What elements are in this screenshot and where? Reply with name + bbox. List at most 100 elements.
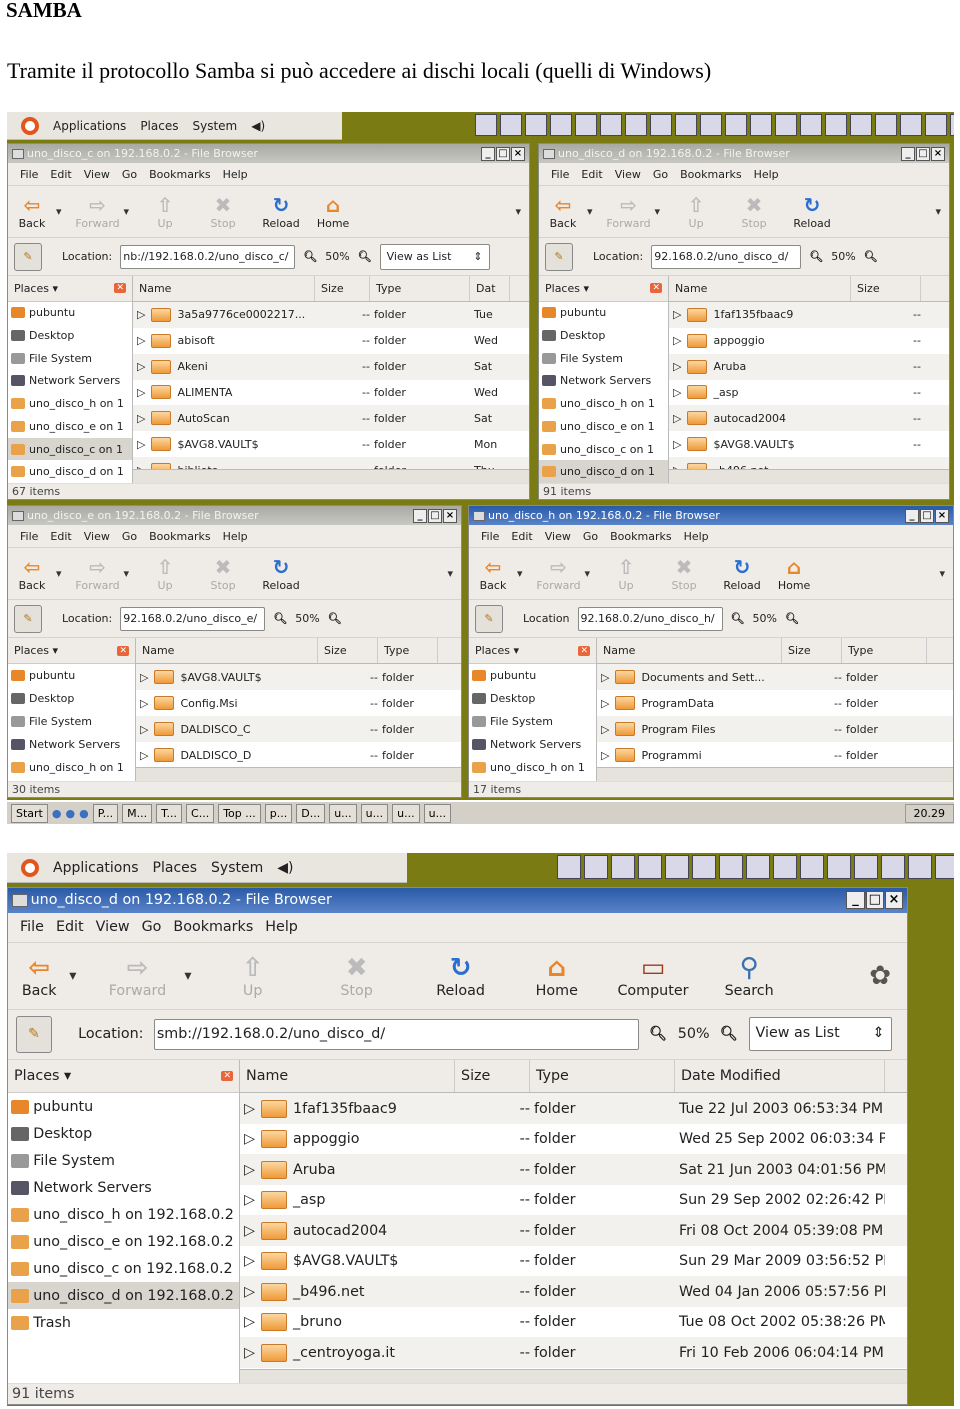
places-dropdown[interactable]: Places ▾ — [545, 282, 589, 295]
toolbar-stop-button[interactable]: ✖ Stop — [201, 555, 245, 592]
toolbar-up-button[interactable]: ⇧ Up — [674, 193, 718, 230]
place-item[interactable]: Network Servers — [8, 370, 132, 393]
launcher-icon[interactable] — [827, 855, 851, 879]
place-item[interactable]: uno_disco_c on 1 — [8, 437, 132, 461]
place-item[interactable]: uno_disco_h on 1 — [469, 756, 596, 779]
zoom-in-icon[interactable]: 🔍︎ — [785, 612, 799, 625]
taskbar-window-button[interactable]: u... — [329, 803, 357, 823]
toolbar-forward-button[interactable]: ⇨ Forward — [75, 555, 119, 592]
expander-icon[interactable]: ▷ — [137, 412, 145, 425]
launcher-icon[interactable] — [950, 114, 954, 136]
toolbar-reload-button[interactable]: ↻ Reload — [720, 555, 764, 592]
zoom-out-icon[interactable]: 🔍︎ — [809, 250, 823, 263]
expander-icon[interactable]: ▷ — [137, 360, 145, 373]
launcher-icon[interactable] — [800, 855, 824, 879]
panel-menu-applications[interactable]: Applications — [53, 860, 139, 876]
ubuntu-logo-icon[interactable] — [21, 116, 39, 135]
toolbar-home-button[interactable]: ⌂ Home — [772, 555, 816, 592]
file-row[interactable]: ▷ $AVG8.VAULT$ -- folder — [136, 664, 461, 690]
taskbar-window-button[interactable]: C... — [186, 803, 215, 823]
menu-view[interactable]: View — [96, 919, 130, 935]
launcher-icon[interactable] — [935, 855, 954, 879]
expander-icon[interactable]: ▷ — [244, 1314, 255, 1330]
minimize-button[interactable]: _ — [846, 891, 865, 910]
place-item[interactable]: Desktop — [469, 687, 596, 710]
column-header-type[interactable]: Type — [842, 638, 927, 663]
edit-location-toggle-icon[interactable]: ✎ — [14, 604, 42, 633]
menu-help[interactable]: Help — [684, 530, 709, 543]
launcher-icon[interactable] — [719, 855, 743, 879]
toolbar-forward-button[interactable]: ⇨ Forward — [75, 193, 119, 230]
menu-view[interactable]: View — [84, 168, 110, 181]
toolbar-up-button[interactable]: ⇧ Up — [604, 555, 648, 592]
toolbar-overflow-button[interactable]: ▾ — [939, 567, 945, 580]
file-row[interactable]: ▷ _bruno -- folder Tue 08 Oct 2002 05:38:26 … — [240, 1307, 907, 1338]
column-header-type[interactable]: Type — [370, 276, 470, 301]
menu-edit[interactable]: Edit — [50, 168, 71, 181]
expander-icon[interactable]: ▷ — [601, 671, 609, 684]
launcher-icon[interactable] — [665, 855, 689, 879]
file-row[interactable]: ▷ ProgramData -- folder — [597, 690, 953, 716]
place-item[interactable]: uno_disco_d on 192.168.0.2 — [8, 1282, 239, 1310]
expander-icon[interactable]: ▷ — [673, 386, 681, 399]
toolbar-forward-button[interactable]: ⇨ Forward — [606, 193, 650, 230]
place-item[interactable]: Desktop — [8, 1120, 239, 1147]
close-button[interactable]: × — [935, 508, 949, 523]
column-header-size[interactable]: Size — [782, 638, 842, 663]
launcher-icon[interactable] — [854, 855, 878, 879]
file-row[interactable]: ▷ _b496.net -- folder Wed 04 Jan 2006 05:57:… — [240, 1276, 907, 1307]
horizontal-scrollbar[interactable] — [240, 1369, 907, 1384]
menu-view[interactable]: View — [615, 168, 641, 181]
toolbar-back-button[interactable]: ⇦ Back — [13, 952, 65, 1000]
place-item[interactable]: uno_disco_h on 1 — [539, 392, 668, 415]
place-item[interactable]: uno_disco_c on 1 — [539, 438, 668, 461]
toolbar-forward-button[interactable]: ⇨ Forward — [95, 952, 181, 1000]
firefox-icon[interactable]: ● — [79, 807, 89, 820]
column-header-name[interactable]: Name — [133, 276, 315, 301]
places-dropdown[interactable]: Places ▾ — [14, 282, 58, 295]
maximize-button[interactable]: □ — [920, 508, 934, 523]
file-row[interactable]: ▷ $AVG8.VAULT$ -- — [669, 431, 949, 457]
place-item[interactable]: Network Servers — [469, 733, 596, 756]
file-row[interactable]: ▷ $AVG8.VAULT$ -- folder Mon — [133, 431, 529, 457]
panel-menu-applications[interactable]: Applications — [53, 119, 126, 133]
menu-view[interactable]: View — [84, 530, 110, 543]
menu-bookmarks[interactable]: Bookmarks — [149, 530, 210, 543]
start-button[interactable]: Start — [11, 803, 48, 823]
place-item[interactable]: File System — [8, 347, 132, 370]
toolbar-reload-button[interactable]: ↻ Reload — [790, 193, 834, 230]
launcher-icon[interactable] — [773, 855, 797, 879]
ubuntu-logo-icon[interactable] — [21, 858, 39, 877]
launcher-icon[interactable] — [700, 114, 722, 136]
launcher-icon[interactable] — [775, 114, 797, 136]
place-item[interactable]: Trash — [8, 1309, 239, 1336]
expander-icon[interactable]: ▷ — [673, 334, 681, 347]
column-header-size[interactable]: Size — [315, 276, 370, 301]
place-item[interactable]: uno_disco_e on 1 — [539, 415, 668, 438]
horizontal-scrollbar[interactable] — [133, 469, 529, 483]
file-row[interactable]: ▷ Programmi -- folder — [597, 742, 953, 768]
launcher-icon[interactable] — [746, 855, 770, 879]
panel-menu-system[interactable]: System — [192, 119, 237, 133]
file-row[interactable]: ▷ autocad2004 -- — [669, 405, 949, 432]
expander-icon[interactable]: ▷ — [244, 1284, 255, 1300]
location-input[interactable]: 92.168.0.2/uno_disco_h/ — [577, 606, 723, 631]
back-history-dropdown[interactable]: ▾ — [517, 567, 523, 580]
launcher-icon[interactable] — [750, 114, 772, 136]
launcher-icon[interactable] — [692, 855, 716, 879]
file-row[interactable]: ▷ ALIMENTA -- folder Wed — [133, 380, 529, 406]
menu-bookmarks[interactable]: Bookmarks — [149, 168, 210, 181]
back-history-dropdown[interactable]: ▾ — [587, 205, 593, 218]
menu-go[interactable]: Go — [142, 919, 162, 935]
zoom-in-icon[interactable]: 🔍︎ — [720, 1026, 738, 1042]
toolbar-computer-button[interactable]: ▭ Computer — [610, 952, 696, 1000]
place-item[interactable]: uno_disco_e on 192.168.0.2 — [8, 1228, 239, 1255]
column-header-type[interactable]: Type — [530, 1059, 675, 1093]
column-header-name[interactable]: Name — [240, 1059, 455, 1093]
menu-go[interactable]: Go — [122, 530, 137, 543]
place-item[interactable]: Network Servers — [8, 733, 135, 756]
file-row[interactable]: ▷ autocad2004 -- folder Fri 08 Oct 2004 05:3… — [240, 1215, 907, 1246]
toolbar-search-button[interactable]: ⚲ Search — [706, 952, 792, 1000]
place-item[interactable]: pubuntu — [8, 664, 135, 687]
volume-icon[interactable]: ◀) — [251, 119, 265, 133]
